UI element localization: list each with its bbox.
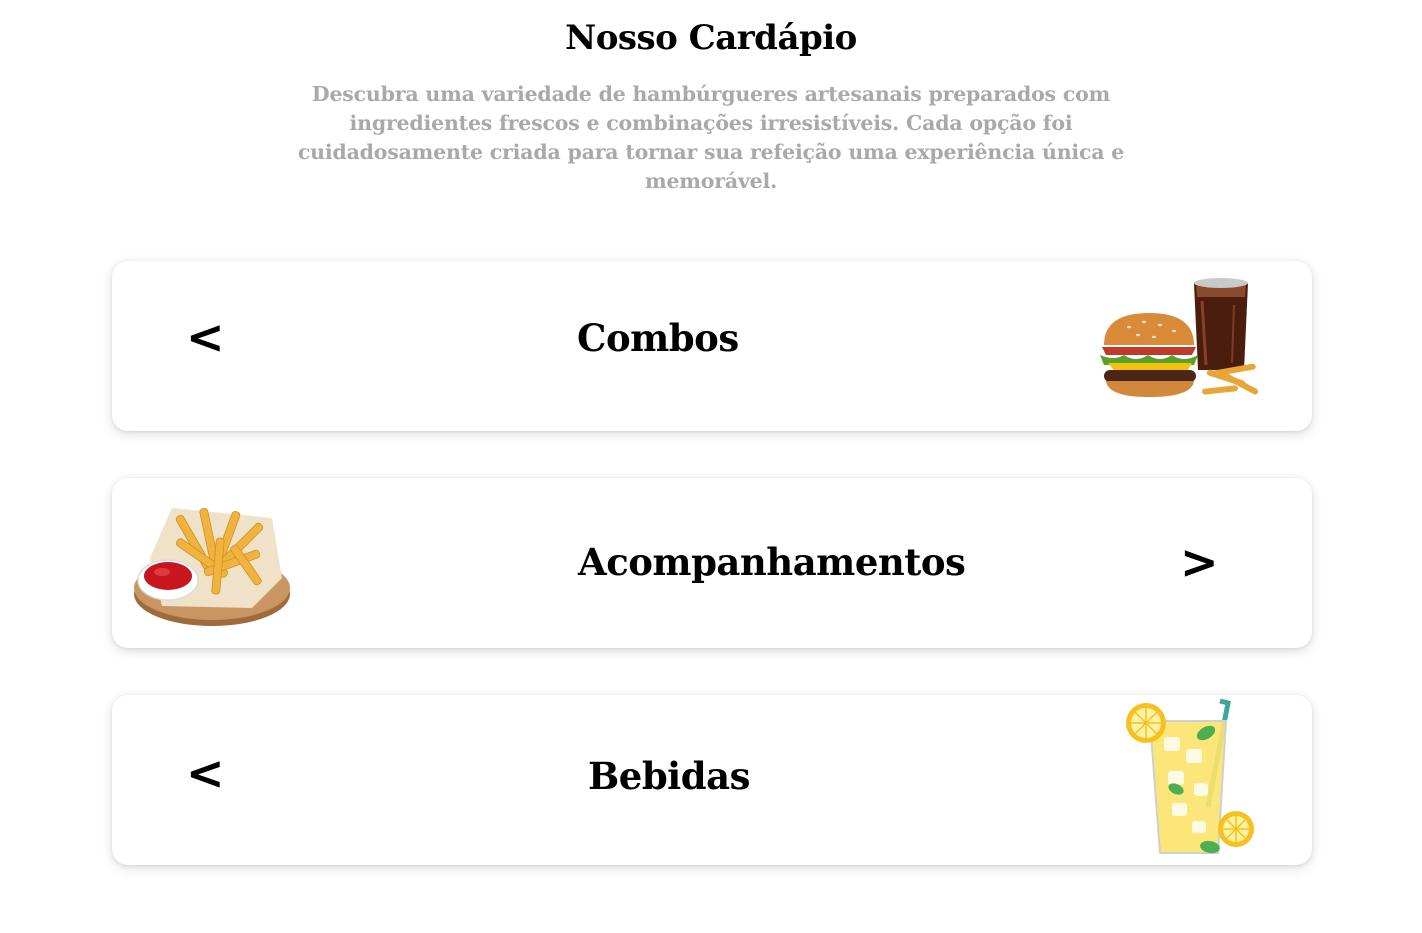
- page-title: Nosso Cardápio: [565, 18, 857, 58]
- chevron-left-icon[interactable]: <: [186, 314, 225, 360]
- menu-description: Descubra uma variedade de hambúrgueres a…: [297, 82, 1125, 193]
- burger-combo-image: [1100, 278, 1259, 397]
- category-card-combos[interactable]: < Combos: [112, 261, 1312, 431]
- category-title: Acompanhamentos: [578, 540, 966, 584]
- chevron-right-icon[interactable]: >: [1180, 539, 1219, 585]
- fries-image: [134, 508, 290, 626]
- category-title: Combos: [577, 316, 739, 360]
- lemonade-image: [1126, 698, 1254, 854]
- category-card-bebidas[interactable]: < Bebidas: [112, 695, 1312, 865]
- category-title: Bebidas: [588, 754, 750, 798]
- category-card-acompanhamentos[interactable]: Acompanhamentos >: [112, 478, 1312, 648]
- chevron-left-icon[interactable]: <: [186, 750, 225, 796]
